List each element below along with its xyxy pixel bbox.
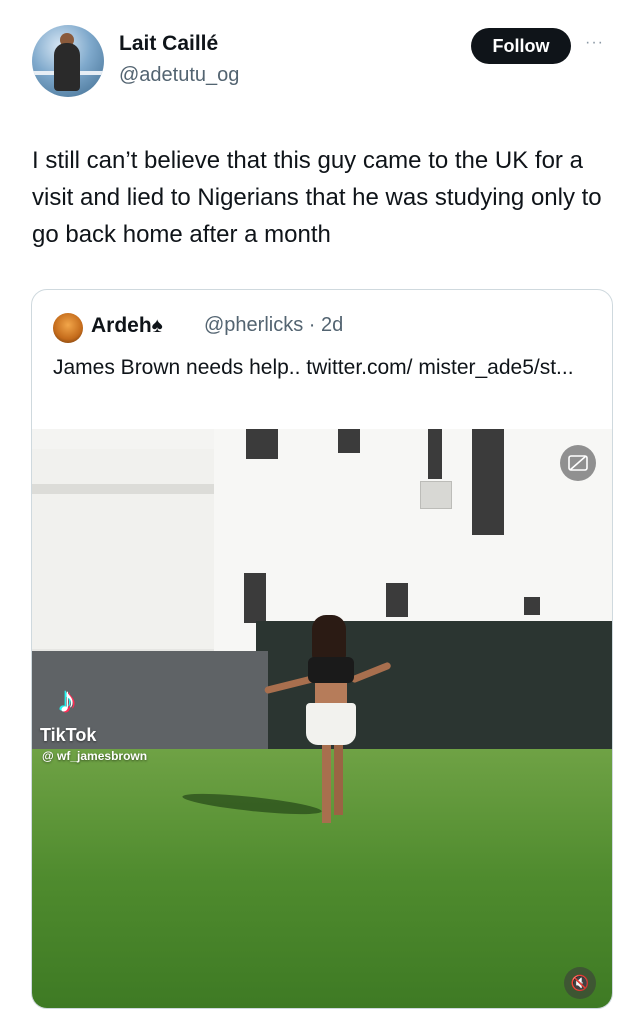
captions-icon[interactable] (560, 445, 596, 481)
tiktok-logo-icon: ♪ (58, 679, 76, 720)
video-player[interactable]: ♪ TikTok @ wf_jamesbrown 🔇 (32, 429, 612, 1008)
quoted-author-avatar (53, 313, 83, 343)
window (338, 429, 360, 453)
person-hair (312, 615, 346, 661)
tiktok-watermark-brand: TikTok (40, 725, 97, 745)
window (428, 429, 442, 479)
author-avatar[interactable] (32, 25, 104, 97)
window (386, 583, 408, 617)
window (246, 429, 278, 459)
avatar-figure (54, 43, 80, 91)
more-options-icon[interactable]: ··· (585, 34, 604, 52)
person-leg (322, 743, 331, 823)
quoted-tweet-text: James Brown needs help.. twitter.com/ mi… (53, 356, 574, 379)
mute-icon[interactable]: 🔇 (564, 967, 596, 999)
follow-button[interactable]: Follow (471, 28, 571, 64)
author-display-name[interactable]: Lait Caillé (119, 32, 218, 56)
air-conditioner (420, 481, 452, 509)
quoted-author-handle-time: @pherlicks · 2d (204, 314, 344, 336)
window (472, 429, 504, 535)
tiktok-watermark-user: @ wf_jamesbrown (42, 749, 148, 763)
person-top (308, 657, 354, 683)
window (244, 573, 266, 623)
tweet-text: I still can’t believe that this guy came… (32, 147, 602, 248)
quoted-tweet[interactable]: Ardeh♠ @pherlicks · 2d James Brown needs… (31, 289, 613, 1009)
author-handle[interactable]: @adetutu_og (119, 64, 239, 87)
window (524, 597, 540, 615)
person-skirt (306, 703, 356, 745)
person-leg (334, 743, 343, 815)
video-building-left (32, 449, 222, 649)
quoted-author-name: Ardeh♠ (91, 314, 163, 337)
person-waist (315, 683, 347, 705)
